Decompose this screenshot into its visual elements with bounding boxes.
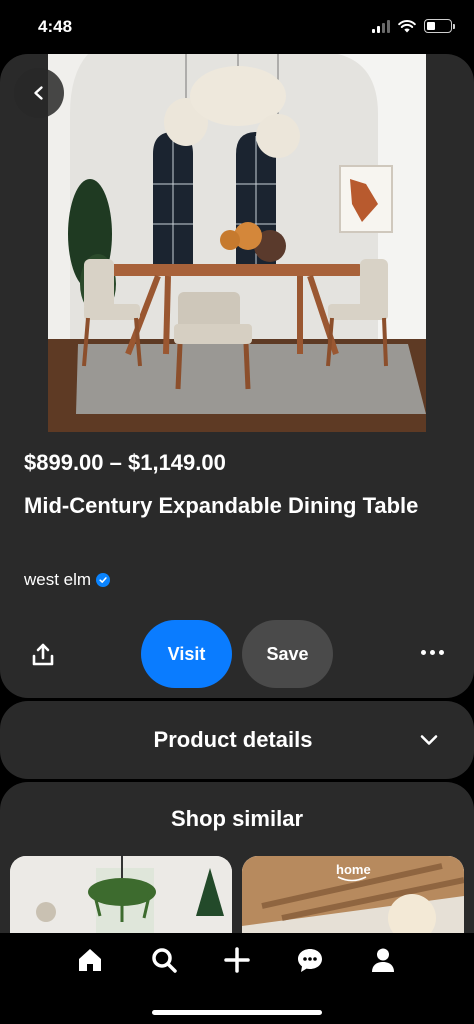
cellular-signal-icon bbox=[372, 19, 390, 33]
back-button[interactable] bbox=[14, 68, 64, 118]
brand-name: west elm bbox=[24, 570, 92, 589]
product-details-label: Product details bbox=[153, 727, 313, 752]
battery-icon bbox=[424, 19, 455, 33]
action-bar: Visit Save bbox=[0, 620, 474, 690]
profile-icon bbox=[372, 948, 394, 972]
status-time: 4:48 bbox=[38, 17, 73, 36]
nav-messages[interactable] bbox=[295, 945, 325, 975]
status-bar: 4:48 bbox=[0, 0, 474, 54]
brand-link[interactable]: west elm bbox=[24, 570, 111, 590]
pin-card: $899.00 – $1,149.00 Mid-Century Expandab… bbox=[0, 54, 474, 698]
more-options-icon[interactable] bbox=[421, 650, 444, 655]
product-title: Mid-Century Expandable Dining Table bbox=[24, 493, 419, 518]
visit-button[interactable]: Visit bbox=[141, 620, 232, 688]
chevron-down-icon bbox=[420, 735, 438, 745]
product-image[interactable] bbox=[48, 54, 426, 432]
share-icon[interactable] bbox=[30, 642, 56, 668]
wifi-icon bbox=[398, 20, 416, 33]
nav-profile[interactable] bbox=[368, 945, 398, 975]
nav-search[interactable] bbox=[149, 945, 179, 975]
product-price: $899.00 – $1,149.00 bbox=[24, 450, 226, 475]
chat-icon bbox=[298, 949, 322, 972]
verified-icon bbox=[96, 573, 111, 587]
nav-home[interactable] bbox=[75, 945, 105, 975]
home-indicator[interactable] bbox=[152, 1010, 322, 1015]
back-chevron-icon bbox=[34, 86, 43, 100]
product-details-section[interactable]: Product details bbox=[0, 701, 474, 779]
save-button[interactable]: Save bbox=[242, 620, 333, 688]
nav-create[interactable] bbox=[222, 945, 252, 975]
amazon-home-logo: home bbox=[336, 862, 371, 877]
dining-room-illustration bbox=[48, 54, 426, 432]
status-icons bbox=[372, 19, 455, 33]
plus-icon bbox=[224, 947, 250, 973]
search-icon bbox=[152, 948, 177, 973]
bottom-nav bbox=[0, 933, 474, 1024]
shop-similar-label: Shop similar bbox=[170, 806, 304, 831]
home-icon bbox=[79, 949, 101, 971]
